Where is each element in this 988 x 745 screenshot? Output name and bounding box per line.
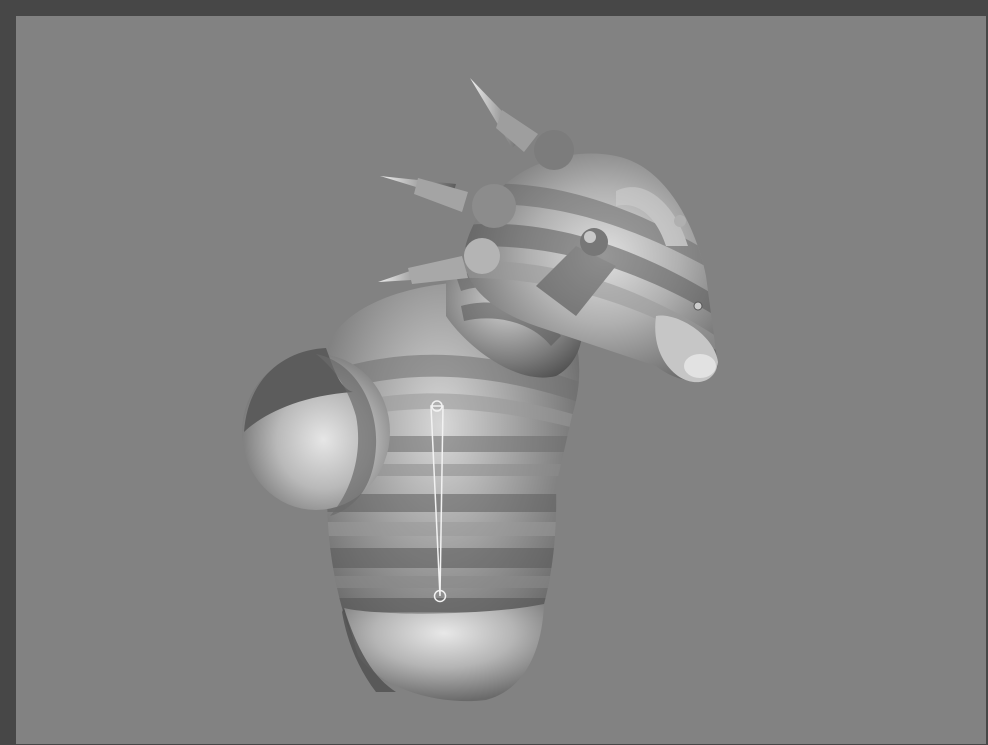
3d-viewport[interactable] — [16, 16, 986, 744]
eye-mesh[interactable] — [580, 228, 608, 256]
spike-mesh-top[interactable] — [470, 78, 538, 152]
scene-canvas[interactable] — [16, 16, 986, 744]
viewport-frame — [0, 0, 988, 745]
spike-mesh-middle[interactable] — [380, 176, 468, 212]
